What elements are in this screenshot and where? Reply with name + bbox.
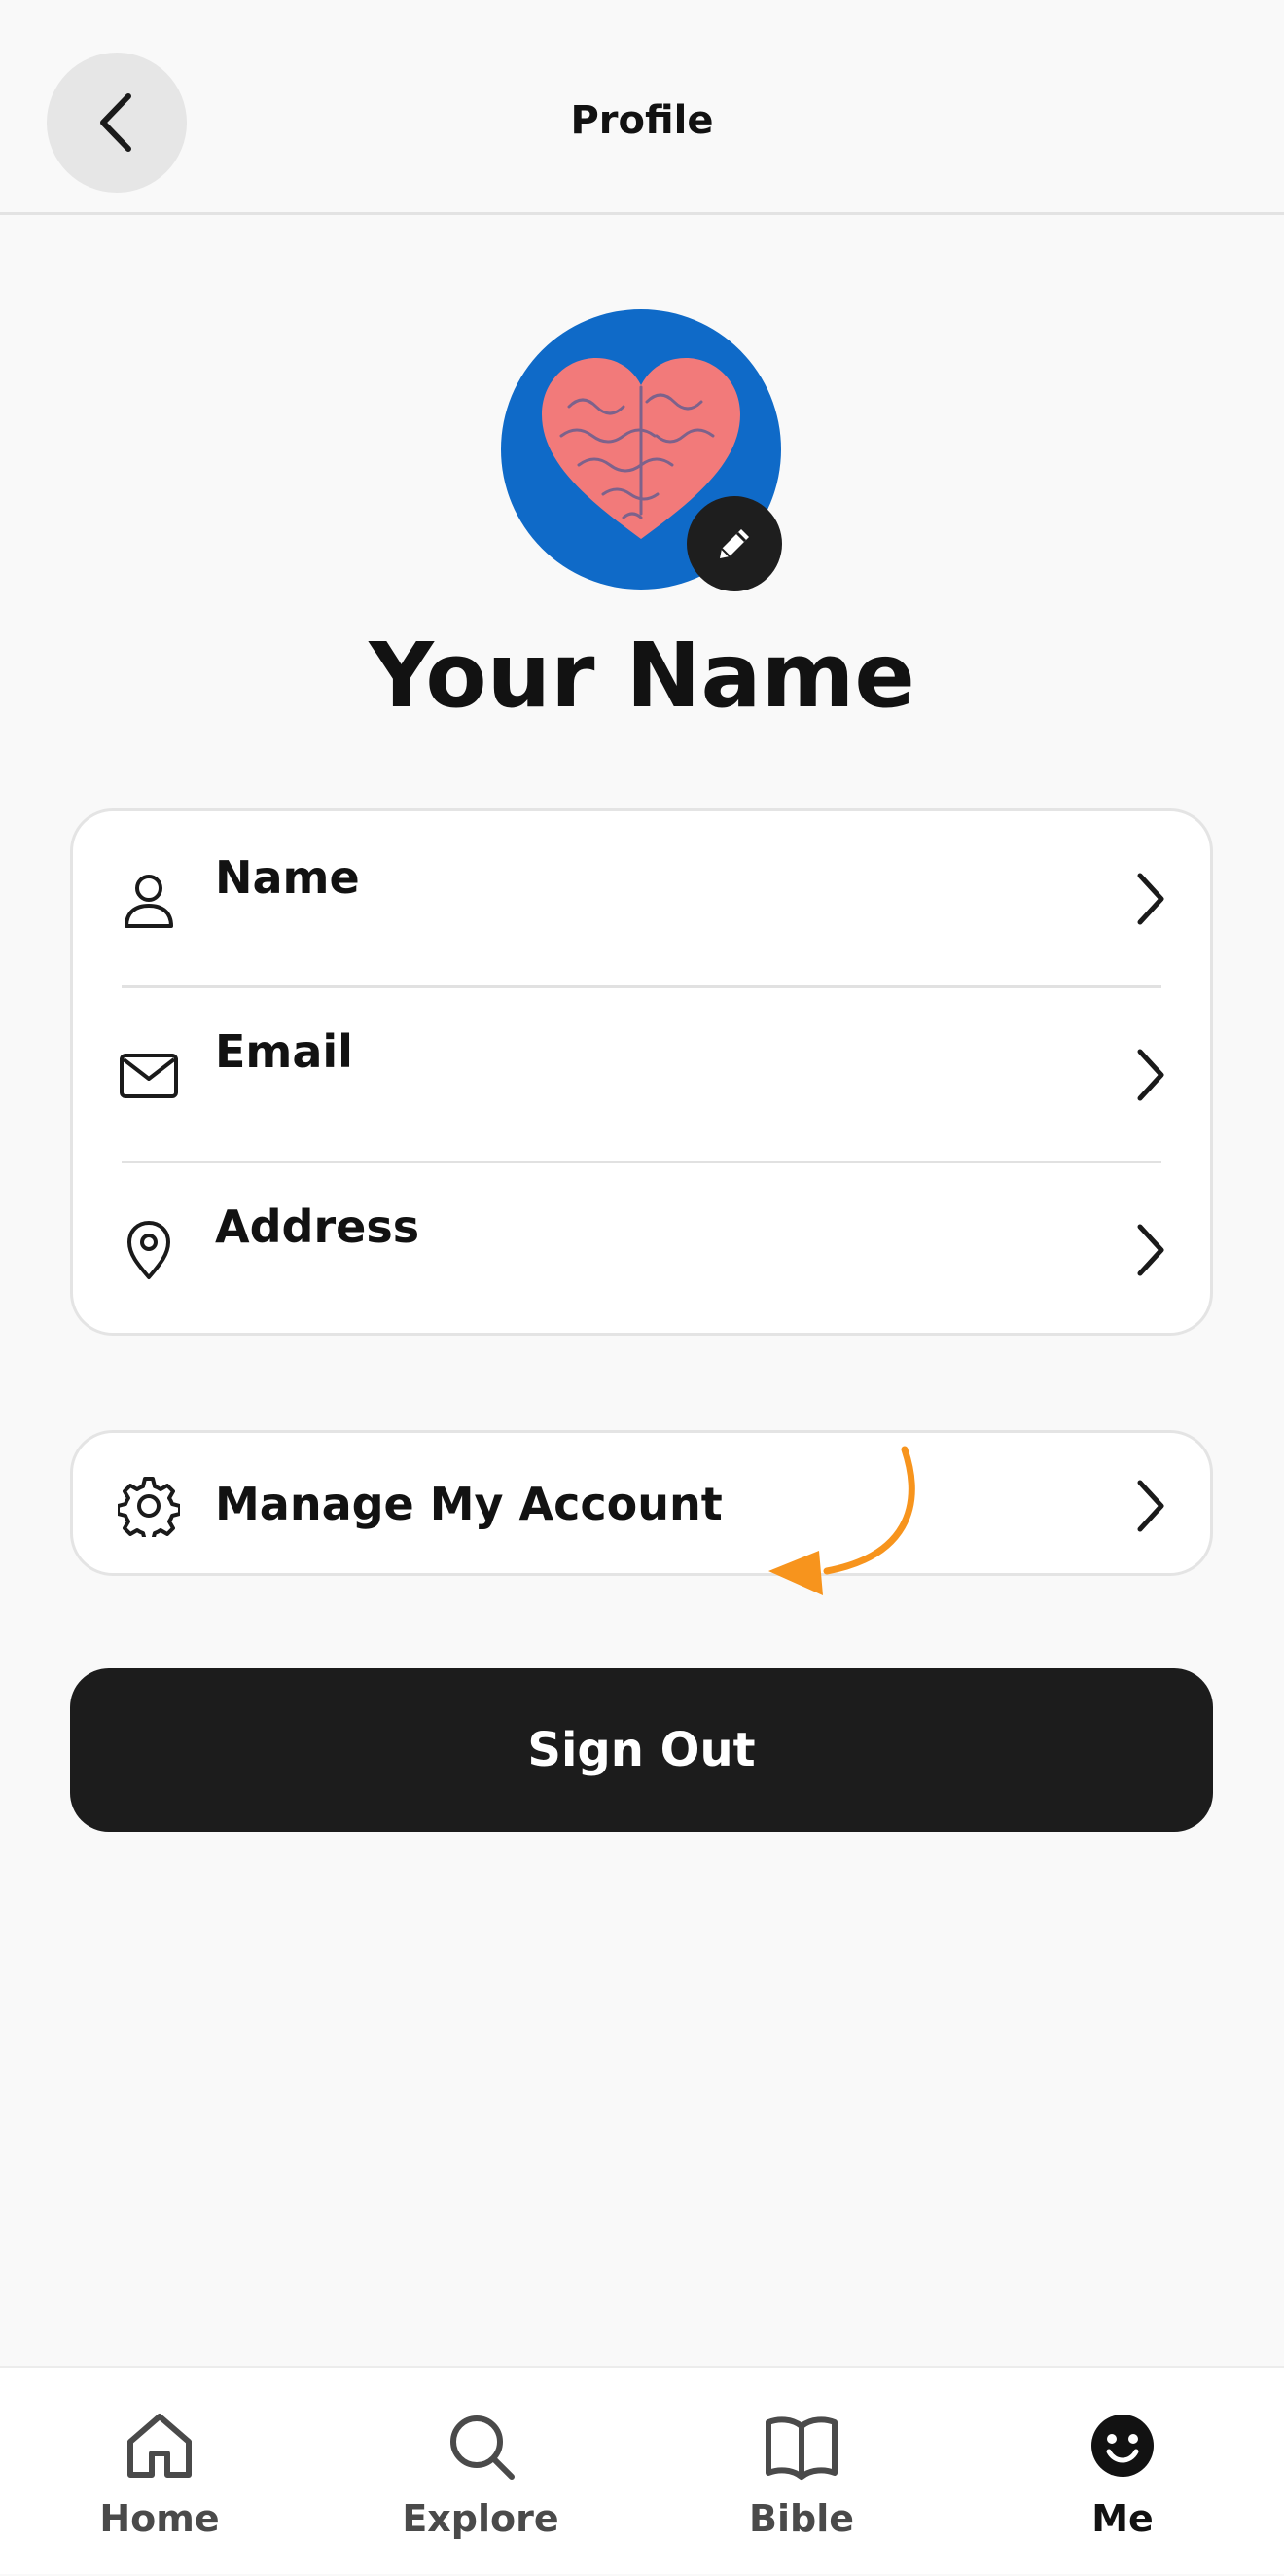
smiley-icon: [1091, 2415, 1154, 2477]
location-pin-icon: [127, 1221, 170, 1279]
manage-account-label: Manage My Account: [215, 1478, 723, 1530]
chevron-right-icon: [1137, 1049, 1164, 1101]
page-title: Profile: [570, 98, 714, 143]
gear-icon: [118, 1477, 180, 1537]
user-display-name: Your Name: [369, 624, 915, 728]
chevron-right-icon: [1137, 1480, 1164, 1532]
row-address[interactable]: Address: [73, 1163, 1210, 1338]
profile-info-card: Name Email Address: [70, 808, 1213, 1336]
search-icon: [450, 2415, 515, 2480]
row-label-email: Email: [215, 1025, 353, 1078]
top-bar: Profile: [0, 0, 1284, 215]
home-icon: [127, 2414, 192, 2478]
row-name[interactable]: Name: [73, 811, 1210, 986]
envelope-icon: [120, 1054, 178, 1098]
nav-label-explore: Explore: [402, 2497, 559, 2540]
nav-label-me: Me: [1091, 2497, 1154, 2540]
pencil-icon: [720, 529, 749, 558]
nav-home[interactable]: Home: [53, 2368, 267, 2576]
row-label-address: Address: [215, 1200, 420, 1253]
chevron-right-icon: [1137, 1224, 1164, 1276]
nav-label-home: Home: [99, 2497, 220, 2540]
curved-arrow-icon: [768, 1446, 915, 1595]
person-icon: [125, 875, 173, 928]
nav-label-bible: Bible: [749, 2497, 854, 2540]
bottom-nav: Home Explore Bible Me: [0, 2366, 1284, 2574]
chevron-right-icon: [1137, 873, 1164, 925]
sign-out-button[interactable]: Sign Out: [70, 1668, 1213, 1832]
book-icon: [766, 2416, 838, 2480]
nav-explore[interactable]: Explore: [374, 2368, 588, 2576]
row-email[interactable]: Email: [73, 987, 1210, 1163]
nav-bible[interactable]: Bible: [695, 2368, 909, 2576]
manage-account-row[interactable]: Manage My Account: [70, 1430, 1213, 1576]
nav-me[interactable]: Me: [1016, 2368, 1230, 2576]
row-label-name: Name: [215, 851, 360, 904]
edit-avatar-button[interactable]: [687, 496, 782, 591]
